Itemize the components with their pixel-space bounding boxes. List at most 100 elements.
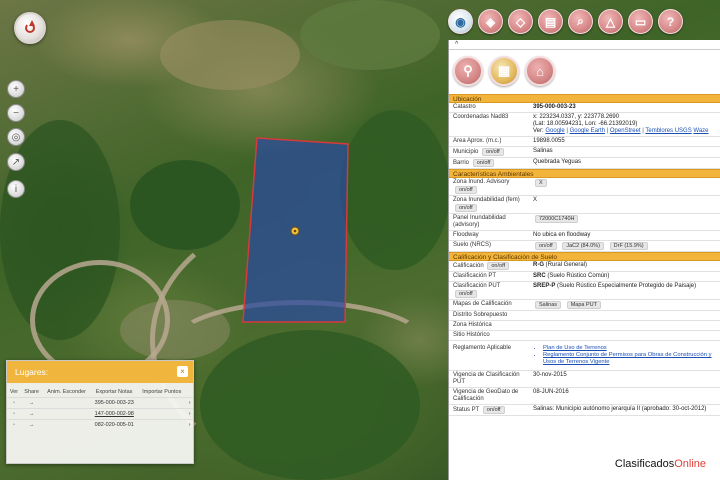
view-toggle[interactable]: ◦ <box>7 419 21 430</box>
key-icon[interactable]: ⚲ <box>453 56 483 86</box>
label-text: Barrio <box>453 160 470 166</box>
search-icon[interactable]: ⌕ <box>568 9 593 34</box>
row-vigencia-geodato: Vigencia de GeoDato de Calificación 08-J… <box>449 388 720 405</box>
share-icon[interactable]: ↗ <box>7 153 25 171</box>
toggle-suelo[interactable]: on/off <box>535 242 557 250</box>
label: Municipio on/off <box>453 148 533 156</box>
label-text: Clasificación PUT <box>453 283 501 289</box>
place-id[interactable]: 395-000-003-23 <box>42 397 187 409</box>
help-icon[interactable]: ? <box>658 9 683 34</box>
watermark-text: Clasificados <box>614 458 675 470</box>
coords-links: Ver: Google | Google Earth | OpenStreet … <box>533 128 709 134</box>
mapa-salinas-button[interactable]: Salinas <box>535 301 562 309</box>
value: No ubica en floodway <box>533 232 591 238</box>
suelo-drf[interactable]: DrF (15.9%) <box>609 242 648 250</box>
layers-alt-icon[interactable]: ◇ <box>508 9 533 34</box>
panel-gripper[interactable]: ^ <box>449 40 720 50</box>
label: Barrio on/off <box>453 159 533 167</box>
coords-latlon: (Lat: 18.00594231, Lon: -66.21392019) <box>533 121 638 127</box>
link-reglamento-conjunto[interactable]: Reglamento Conjunto de Permisos para Obr… <box>543 352 716 366</box>
toggle-clas-put[interactable]: on/off <box>455 290 477 298</box>
close-icon[interactable]: × <box>177 366 188 377</box>
row-zona-inund: Zona Inund. Advisory on/off X <box>449 178 720 196</box>
calif-desc: (Rural General) <box>545 262 588 268</box>
globe-icon[interactable]: ◉ <box>448 9 473 34</box>
share-arrow-icon[interactable]: → <box>20 397 43 409</box>
table-row[interactable]: ◦ → 147-000-002-98 › <box>7 408 193 420</box>
panel-inund-value[interactable]: 72000C1740H <box>535 215 579 223</box>
value: 72000C1740H <box>533 215 716 223</box>
zona-inund-value[interactable]: X <box>535 179 547 187</box>
label-text: Zona Inund. Advisory <box>453 179 510 185</box>
zoning-map-icon[interactable]: ▦ <box>489 56 519 86</box>
print-icon[interactable]: ▭ <box>628 9 653 34</box>
view-toggle[interactable]: ◦ <box>7 397 21 409</box>
location-icon[interactable]: ◎ <box>7 128 25 146</box>
toggle-barrio[interactable]: on/off <box>472 159 495 167</box>
chevron-right-icon[interactable]: › <box>186 397 193 409</box>
row-zona-historica: Zona Histórica <box>449 321 720 331</box>
zoom-in-icon[interactable]: + <box>7 80 25 98</box>
share-arrow-icon[interactable]: → <box>20 419 43 430</box>
clas-put-code: SREP-P <box>533 283 556 289</box>
watermark: ClasificadosOnline <box>615 458 706 470</box>
toggle-status-pt[interactable]: on/off <box>482 406 505 414</box>
row-reglamento: Reglamento Aplicable Plan de Uso de Terr… <box>449 341 720 371</box>
place-id[interactable]: 147-000-002-98 <box>42 408 187 420</box>
lugares-panel: Lugares: × Ver Share Anim. Esconder Expo… <box>6 360 194 464</box>
label: Panel Inundabilidad (advisory) <box>453 215 506 228</box>
lugares-title: Lugares: <box>15 367 49 377</box>
section-calificacion: Calificación y Clasificación de Suelo <box>449 252 720 261</box>
value: Plan de Uso de Terrenos Reglamento Conju… <box>533 345 716 366</box>
toggle-zona-inund[interactable]: on/off <box>455 186 477 194</box>
document-icon[interactable]: ▤ <box>538 9 563 34</box>
label: Status PT on/off <box>453 406 533 414</box>
col-anim[interactable]: Anim. Esconder <box>42 387 91 398</box>
info-icon[interactable]: i <box>7 180 25 198</box>
layers-icon[interactable]: ◈ <box>478 9 503 34</box>
table-row[interactable]: ◦ → 395-000-003-23 › <box>7 397 193 409</box>
label: Zona Inundabilidad (fem) on/off <box>453 197 533 212</box>
mapa-put-button[interactable]: Mapa PUT <box>566 301 602 309</box>
panel-action-icons: ⚲ ▦ ⌂ <box>449 50 720 94</box>
link-plan-uso[interactable]: Plan de Uso de Terrenos <box>543 345 716 352</box>
label: Area Aprox. (m.c.) <box>453 138 502 144</box>
row-barrio: Barrio on/off Quebrada Yeguas <box>449 158 720 169</box>
link-google[interactable]: Google <box>545 128 564 134</box>
measure-icon[interactable]: △ <box>598 9 623 34</box>
value: SRC (Suelo Rústico Común) <box>533 273 716 280</box>
value: Salinas Mapa PUT <box>533 301 716 309</box>
place-id[interactable]: 082-020-005-01 <box>42 419 187 430</box>
gripper-caret: ^ <box>455 41 459 48</box>
col-ver: Ver <box>9 389 19 395</box>
toggle-calificacion[interactable]: on/off <box>487 262 510 270</box>
row-clas-pt: Clasificación PT SRC (Suelo Rústico Comú… <box>449 272 720 282</box>
compass-needle <box>29 20 35 26</box>
col-importar[interactable]: Importar Puntos <box>137 387 186 398</box>
value: on/off JaC2 (84.0%) DrF (15.9%) <box>533 242 716 250</box>
chevron-right-icon[interactable]: › <box>186 419 193 430</box>
link-temblores[interactable]: Temblores USGS <box>645 128 691 134</box>
label: Catastro <box>453 104 476 110</box>
row-vigencia-clasificacion: Vigencia de Clasificación PUT 30-nov-201… <box>449 371 720 388</box>
home-icon[interactable]: ⌂ <box>525 56 555 86</box>
zoom-out-icon[interactable]: − <box>7 104 25 122</box>
toggle-zona-fem[interactable]: on/off <box>455 204 477 212</box>
value: 08-JUN-2016 <box>533 389 569 395</box>
chevron-right-icon[interactable]: › <box>186 408 193 420</box>
toggle-municipio[interactable]: on/off <box>482 148 504 156</box>
share-arrow-icon[interactable]: → <box>20 408 43 420</box>
view-toggle[interactable]: ◦ <box>7 408 21 420</box>
col-exportar[interactable]: Exportar Notas <box>91 387 137 398</box>
link-openstreet[interactable]: OpenStreet <box>610 128 641 134</box>
table-row[interactable]: ◦ → 082-020-005-01 › <box>7 419 193 430</box>
coords-xy: x: 223234.0337, y: 223778.2690 <box>533 114 620 120</box>
label-text: Zona Inundabilidad (fem) <box>453 197 520 203</box>
lugares-header: Lugares: × <box>7 361 193 383</box>
suelo-jac2[interactable]: JaC2 (84.0%) <box>562 242 604 250</box>
compass-icon[interactable] <box>14 12 46 44</box>
label: Vigencia de Clasificación PUT <box>453 372 520 385</box>
catastro-value: 395-000-003-23 <box>533 104 576 110</box>
link-google-earth[interactable]: Google Earth <box>570 128 605 134</box>
link-waze[interactable]: Waze <box>693 128 708 134</box>
